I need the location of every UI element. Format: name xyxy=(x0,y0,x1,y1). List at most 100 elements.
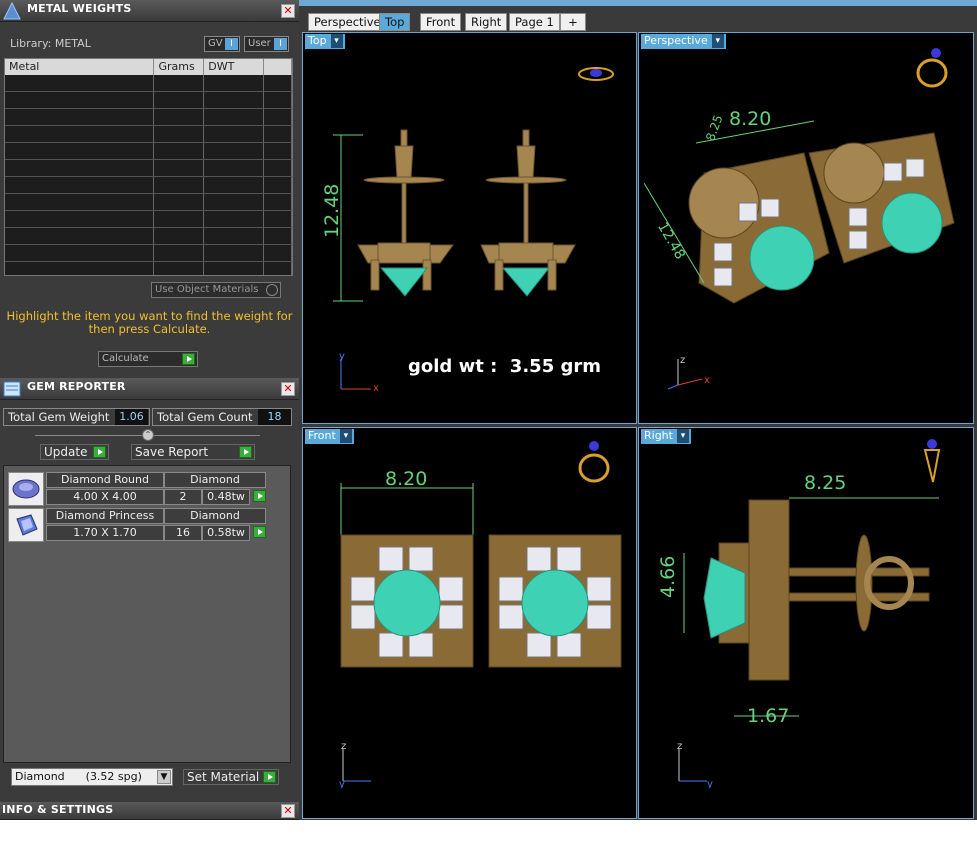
command-bar xyxy=(299,0,977,6)
checkbox-icon xyxy=(266,284,278,296)
viewport-label[interactable]: Perspective xyxy=(641,34,726,49)
svg-text:y: y xyxy=(339,779,345,788)
set-material-button[interactable]: Set Material xyxy=(183,769,279,785)
table-cell xyxy=(264,160,292,176)
gv-toggle[interactable]: GV I xyxy=(204,36,240,52)
table-row[interactable] xyxy=(5,92,292,109)
viewport-right[interactable]: Right 8.25 4.66 1.67 zy xyxy=(638,427,974,819)
table-cell xyxy=(264,194,292,210)
play-icon xyxy=(93,446,106,458)
gem-list[interactable]: Diamond Round Diamond 4.00 X 4.00 2 0.48… xyxy=(3,465,291,763)
list-item[interactable]: Diamond Princess Diamond 1.70 X 1.70 16 … xyxy=(8,508,266,542)
axis-indicator-icon: zy xyxy=(339,743,371,788)
table-cell xyxy=(154,109,205,125)
viewport-label[interactable]: Top xyxy=(305,34,345,49)
save-report-button[interactable]: Save Report xyxy=(131,444,255,460)
tab-page-1[interactable]: Page 1 xyxy=(509,13,560,31)
earring-side-icon xyxy=(923,439,941,483)
chevron-down-icon: ▼ xyxy=(157,770,171,784)
table-row[interactable] xyxy=(5,75,292,92)
viewport-area: Perspective Top Front Right Page 1 + Top… xyxy=(299,0,977,820)
table-cell xyxy=(204,177,265,193)
close-icon[interactable]: ✕ xyxy=(281,804,295,818)
table-row[interactable] xyxy=(5,211,292,228)
table-cell xyxy=(5,160,155,176)
tab-right[interactable]: Right xyxy=(465,13,508,31)
tab-perspective[interactable]: Perspective xyxy=(308,13,387,31)
table-row[interactable] xyxy=(5,126,292,143)
axis-indicator-icon: zx xyxy=(667,355,710,390)
table-cell xyxy=(264,177,292,193)
table-cell xyxy=(154,160,205,176)
table-cell xyxy=(204,228,265,244)
gold-weight-label: gold wt : 3.55 grm xyxy=(408,356,601,377)
pyramid-icon xyxy=(3,1,21,20)
svg-text:x: x xyxy=(704,375,710,386)
table-cell xyxy=(154,143,205,159)
table-cell xyxy=(5,177,155,193)
tab-top[interactable]: Top xyxy=(379,13,411,31)
toggle-icon: I xyxy=(274,38,287,50)
list-item[interactable]: Diamond Round Diamond 4.00 X 4.00 2 0.48… xyxy=(8,472,266,506)
viewport-top[interactable]: Top 12.48 gold wt : 3.55 grm y x xyxy=(302,32,637,424)
library-label: Library: METAL xyxy=(10,37,91,50)
calculate-hint: Highlight the item you want to find the … xyxy=(6,309,293,336)
table-row[interactable] xyxy=(5,143,292,160)
close-icon[interactable]: ✕ xyxy=(281,382,295,396)
svg-text:z: z xyxy=(341,743,346,752)
info-settings-header: INFO & SETTINGS ✕ xyxy=(0,802,299,820)
svg-text:y: y xyxy=(707,779,713,788)
viewport-perspective[interactable]: Perspective 8.20 8.25 12.48 zx xyxy=(638,32,974,424)
calculate-button[interactable]: Calculate xyxy=(98,351,198,367)
table-cell xyxy=(264,211,292,227)
gem-select-button[interactable] xyxy=(252,490,266,504)
table-row[interactable] xyxy=(5,177,292,194)
dim-8-20-label: 8.20 xyxy=(729,108,772,130)
collapse-icon[interactable]: ⌃ xyxy=(142,429,154,441)
table-row[interactable] xyxy=(5,262,292,275)
play-icon xyxy=(263,771,276,783)
total-gem-count-value: 18 xyxy=(258,409,291,425)
update-button[interactable]: Update xyxy=(40,444,109,460)
table-cell xyxy=(5,92,155,108)
svg-text:z: z xyxy=(677,743,682,752)
svg-text:x: x xyxy=(373,383,379,394)
use-object-materials-checkbox[interactable]: Use Object Materials xyxy=(151,282,281,298)
viewport-label[interactable]: Right xyxy=(641,429,691,444)
svg-text:y: y xyxy=(339,351,345,362)
table-cell xyxy=(5,211,155,227)
tab-front[interactable]: Front xyxy=(420,13,462,31)
viewport-front[interactable]: Front 8.20 zy xyxy=(302,427,637,819)
close-icon[interactable]: ✕ xyxy=(281,4,295,18)
table-cell xyxy=(5,109,155,125)
table-row[interactable] xyxy=(5,228,292,245)
table-cell xyxy=(264,109,292,125)
table-cell xyxy=(204,245,265,261)
table-cell xyxy=(264,228,292,244)
round-diamond-icon xyxy=(8,472,44,506)
table-cell xyxy=(154,211,205,227)
table-cell xyxy=(264,245,292,261)
metal-weights-title: METAL WEIGHTS xyxy=(27,2,132,15)
earring-perspective-view xyxy=(644,120,955,304)
table-row[interactable] xyxy=(5,160,292,177)
table-cell xyxy=(204,262,265,275)
add-tab-icon[interactable]: + xyxy=(560,13,586,31)
table-cell xyxy=(264,126,292,142)
viewport-label[interactable]: Front xyxy=(305,429,354,444)
height-dimension-label: 12.48 xyxy=(321,183,343,238)
ring-icon xyxy=(916,48,948,88)
metal-weights-table[interactable]: Metal Grams DWT xyxy=(4,58,293,276)
user-toggle[interactable]: User I xyxy=(244,36,289,52)
material-select[interactable]: Diamond (3.52 spg) ▼ xyxy=(11,768,173,786)
metal-weights-header: METAL WEIGHTS ✕ xyxy=(0,0,299,22)
table-row[interactable] xyxy=(5,245,292,262)
table-cell xyxy=(5,262,155,275)
gem-select-button[interactable] xyxy=(252,526,266,540)
info-settings-title: INFO & SETTINGS xyxy=(2,803,114,816)
table-row[interactable] xyxy=(5,109,292,126)
play-icon xyxy=(253,526,266,538)
table-cell xyxy=(154,92,205,108)
table-cell xyxy=(5,245,155,261)
table-row[interactable] xyxy=(5,194,292,211)
